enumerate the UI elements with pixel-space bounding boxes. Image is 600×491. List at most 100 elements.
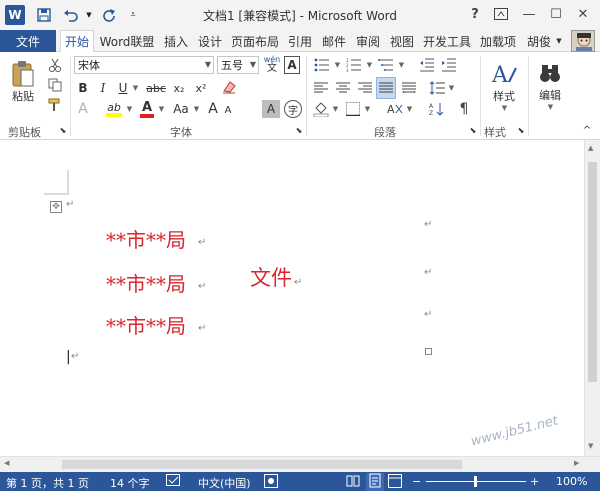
- font-launcher-icon[interactable]: ⬊: [294, 125, 304, 135]
- scroll-down-icon[interactable]: ▼: [588, 442, 593, 450]
- cut-icon[interactable]: [46, 56, 64, 74]
- bold-button[interactable]: B: [76, 79, 90, 97]
- maximize-button[interactable]: ☐: [545, 4, 567, 24]
- horizontal-scroll-thumb[interactable]: [62, 460, 462, 469]
- scroll-right-icon[interactable]: ▶: [574, 459, 579, 467]
- word-count-status[interactable]: 14 个字: [110, 475, 150, 491]
- save-icon[interactable]: [35, 6, 53, 24]
- tab-design[interactable]: 设计: [194, 30, 226, 52]
- tab-review[interactable]: 审阅: [352, 30, 384, 52]
- table-move-handle-icon[interactable]: ✥: [50, 201, 62, 213]
- proofing-icon[interactable]: [166, 474, 182, 491]
- copy-icon[interactable]: [46, 76, 64, 94]
- clear-formatting-icon[interactable]: [220, 78, 238, 96]
- subscript-button[interactable]: x₂: [170, 79, 188, 97]
- format-painter-icon[interactable]: [46, 96, 64, 114]
- align-left-icon[interactable]: [312, 79, 330, 97]
- text-effects-button[interactable]: A: [74, 100, 92, 118]
- tab-addins[interactable]: 加载项: [476, 30, 520, 52]
- font-name-combo[interactable]: 宋体 ▼: [74, 56, 214, 74]
- scroll-left-icon[interactable]: ◀: [4, 459, 9, 467]
- align-right-icon[interactable]: [356, 79, 374, 97]
- sort-icon[interactable]: AZ: [428, 100, 446, 118]
- zoom-slider-thumb[interactable]: [474, 476, 477, 487]
- font-color-button[interactable]: A: [138, 100, 156, 118]
- print-layout-icon[interactable]: [366, 473, 384, 491]
- grow-font-button[interactable]: A: [206, 100, 220, 118]
- styles-dropdown-icon[interactable]: ▼: [502, 104, 507, 112]
- line-spacing-dropdown-icon[interactable]: ▼: [447, 81, 455, 95]
- enclose-characters-button[interactable]: 字: [284, 100, 302, 118]
- page-count-status[interactable]: 第 1 页，共 1 页: [6, 475, 89, 491]
- minimize-button[interactable]: —: [518, 4, 540, 24]
- bullets-dropdown-icon[interactable]: ▼: [333, 58, 341, 72]
- web-layout-icon[interactable]: [388, 474, 402, 491]
- multilevel-list-icon[interactable]: [376, 56, 396, 74]
- zoom-level[interactable]: 100%: [556, 475, 587, 488]
- character-shading-button[interactable]: A: [262, 100, 280, 118]
- tab-page-layout[interactable]: 页面布局: [228, 30, 282, 52]
- character-border-button[interactable]: A: [284, 56, 300, 74]
- line-spacing-icon[interactable]: [428, 79, 446, 97]
- italic-button[interactable]: I: [96, 79, 110, 97]
- change-case-dropdown-icon[interactable]: ▼: [192, 102, 200, 116]
- zoom-in-icon[interactable]: +: [530, 475, 539, 488]
- shading-dropdown-icon[interactable]: ▼: [331, 102, 339, 116]
- justify-icon[interactable]: [376, 77, 396, 99]
- tab-insert[interactable]: 插入: [160, 30, 192, 52]
- document-canvas[interactable]: ✥ ↵ **市**局 ↵ ↵ **市**局 ↵ 文件 ↵ ↵ **市**局 ↵ …: [0, 140, 584, 456]
- collapse-ribbon-icon[interactable]: ^: [580, 124, 594, 136]
- shrink-font-button[interactable]: A: [222, 102, 234, 118]
- styles-launcher-icon[interactable]: ⬊: [516, 125, 526, 135]
- ribbon-display-options-icon[interactable]: [490, 4, 512, 24]
- highlight-color-button[interactable]: ab: [104, 100, 124, 118]
- close-button[interactable]: ✕: [572, 4, 594, 24]
- paste-button[interactable]: 粘贴: [6, 56, 40, 108]
- scroll-up-icon[interactable]: ▲: [588, 144, 593, 152]
- zoom-out-icon[interactable]: −: [412, 475, 421, 488]
- tab-file[interactable]: 文件: [0, 30, 56, 52]
- vertical-scrollbar[interactable]: ▲ ▼: [584, 140, 600, 456]
- increase-indent-icon[interactable]: [440, 56, 458, 74]
- underline-button[interactable]: U: [116, 79, 130, 97]
- redo-icon[interactable]: [100, 6, 118, 24]
- editing-dropdown-icon[interactable]: ▼: [548, 103, 553, 111]
- shading-icon[interactable]: [312, 100, 330, 118]
- language-status[interactable]: 中文(中国): [198, 475, 251, 491]
- tab-references[interactable]: 引用: [284, 30, 316, 52]
- chinese-layout-icon[interactable]: A: [386, 100, 404, 118]
- font-size-dropdown-icon[interactable]: ▼: [250, 60, 256, 69]
- bullets-icon[interactable]: [312, 56, 332, 74]
- highlight-dropdown-icon[interactable]: ▼: [125, 102, 133, 116]
- borders-icon[interactable]: [344, 100, 362, 118]
- show-marks-icon[interactable]: ¶: [456, 100, 472, 118]
- table-resize-handle[interactable]: [425, 348, 432, 355]
- user-avatar[interactable]: [571, 30, 595, 52]
- read-mode-icon[interactable]: [346, 474, 360, 491]
- numbering-dropdown-icon[interactable]: ▼: [365, 58, 373, 72]
- undo-dropdown-icon[interactable]: ▼: [80, 6, 98, 24]
- editing-button[interactable]: 编辑 ▼: [532, 56, 568, 116]
- customize-qat-icon[interactable]: ⩡: [124, 6, 142, 24]
- font-size-combo[interactable]: 五号 ▼: [217, 56, 259, 74]
- user-dropdown-icon[interactable]: ▼: [552, 30, 566, 52]
- multilevel-dropdown-icon[interactable]: ▼: [397, 58, 405, 72]
- change-case-button[interactable]: Aa: [170, 100, 192, 118]
- horizontal-scrollbar[interactable]: ◀ ▶: [0, 456, 600, 472]
- tab-developer[interactable]: 开发工具: [420, 30, 474, 52]
- macro-record-icon[interactable]: [264, 474, 278, 491]
- tab-word-union[interactable]: Word联盟: [96, 30, 158, 52]
- phonetic-guide-button[interactable]: wén 文: [262, 54, 282, 76]
- strikethrough-button[interactable]: abc: [144, 79, 168, 97]
- borders-dropdown-icon[interactable]: ▼: [363, 102, 371, 116]
- align-center-icon[interactable]: [334, 79, 352, 97]
- distributed-icon[interactable]: [400, 79, 418, 97]
- clipboard-launcher-icon[interactable]: ⬊: [58, 125, 68, 135]
- numbering-icon[interactable]: 123: [344, 56, 364, 74]
- font-name-dropdown-icon[interactable]: ▼: [205, 60, 211, 69]
- decrease-indent-icon[interactable]: [418, 56, 436, 74]
- chinese-layout-dropdown-icon[interactable]: ▼: [405, 102, 413, 116]
- font-color-dropdown-icon[interactable]: ▼: [157, 102, 165, 116]
- tab-mailings[interactable]: 邮件: [318, 30, 350, 52]
- vertical-scroll-thumb[interactable]: [588, 162, 597, 382]
